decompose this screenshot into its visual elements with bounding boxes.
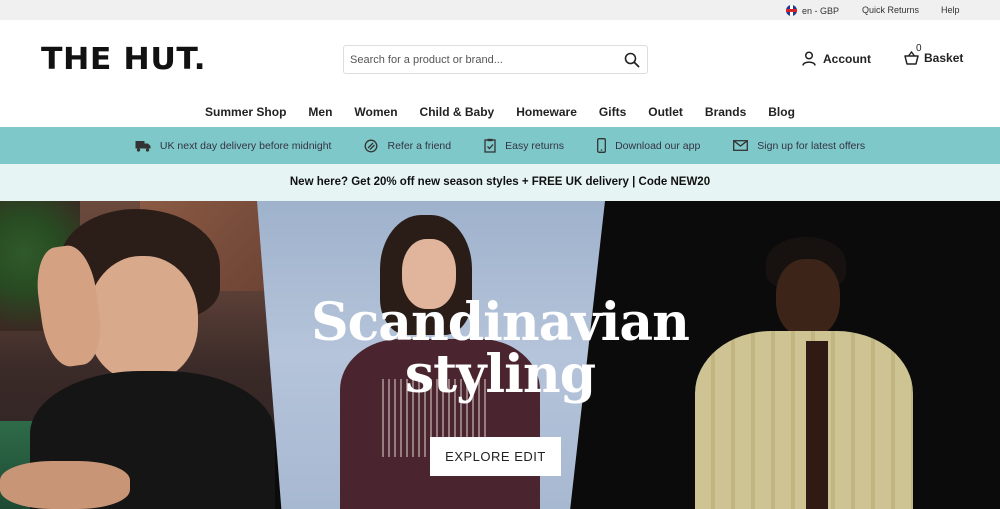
mobile-phone-icon xyxy=(597,138,607,153)
help-link[interactable]: Help xyxy=(941,5,960,15)
main-nav: Summer Shop Men Women Child & Baby Homew… xyxy=(0,102,1000,122)
envelope-icon xyxy=(733,140,749,151)
search-input[interactable] xyxy=(350,49,620,71)
nav-item-gifts[interactable]: Gifts xyxy=(588,102,637,122)
hero-banner[interactable]: Scandinavian styling EXPLORE EDIT xyxy=(0,201,1000,509)
locale-selector[interactable]: en - GBP xyxy=(786,5,839,16)
user-icon xyxy=(802,51,816,66)
quick-returns-link[interactable]: Quick Returns xyxy=(862,5,919,15)
benefit-signup[interactable]: Sign up for latest offers xyxy=(733,140,865,152)
tag-icon xyxy=(365,139,378,152)
nav-item-homeware[interactable]: Homeware xyxy=(505,102,588,122)
nav-item-women[interactable]: Women xyxy=(343,102,408,122)
account-button[interactable]: Account xyxy=(802,51,871,66)
explore-edit-button[interactable]: EXPLORE EDIT xyxy=(430,437,561,476)
benefit-app[interactable]: Download our app xyxy=(597,138,700,153)
promo-banner[interactable]: New here? Get 20% off new season styles … xyxy=(0,164,1000,201)
nav-item-men[interactable]: Men xyxy=(297,102,343,122)
benefit-refer[interactable]: Refer a friend xyxy=(364,139,451,153)
search-icon[interactable] xyxy=(624,52,640,68)
locale-label: en - GBP xyxy=(802,5,840,16)
benefit-label: Download our app xyxy=(615,139,701,152)
benefit-returns[interactable]: Easy returns xyxy=(484,138,564,153)
truck-icon xyxy=(135,140,151,152)
basket-label: Basket xyxy=(924,51,964,65)
nav-item-child-baby[interactable]: Child & Baby xyxy=(409,102,506,122)
nav-item-summer-shop[interactable]: Summer Shop xyxy=(194,102,297,122)
account-label: Account xyxy=(823,51,871,66)
hero-title: Scandinavian styling xyxy=(311,292,690,405)
uk-flag-icon xyxy=(786,5,797,16)
utility-bar: en - GBP Quick Returns Help xyxy=(0,0,1000,20)
benefit-label: UK next day delivery before midnight xyxy=(159,139,332,152)
nav-item-brands[interactable]: Brands xyxy=(694,102,757,122)
basket-button[interactable]: Basket xyxy=(904,51,963,65)
clipboard-check-icon xyxy=(484,138,496,153)
nav-item-outlet[interactable]: Outlet xyxy=(637,102,694,122)
benefit-label: Easy returns xyxy=(505,139,565,152)
search-bar xyxy=(343,45,648,74)
basket-icon xyxy=(904,51,919,65)
benefit-delivery[interactable]: UK next day delivery before midnight xyxy=(135,139,332,152)
nav-item-blog[interactable]: Blog xyxy=(757,102,806,122)
benefits-bar: UK next day delivery before midnight Ref… xyxy=(0,127,1000,164)
benefit-label: Refer a friend xyxy=(387,139,452,152)
site-logo[interactable]: THE HUT. xyxy=(41,42,206,78)
benefit-label: Sign up for latest offers xyxy=(757,139,866,152)
